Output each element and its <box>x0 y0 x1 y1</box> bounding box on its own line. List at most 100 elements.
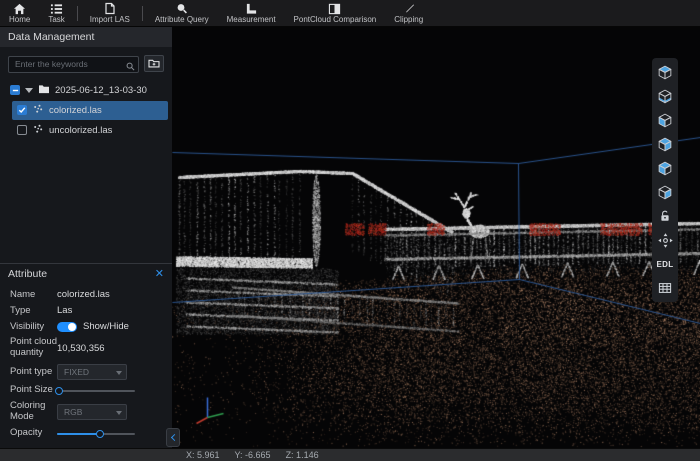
chevron-down-icon <box>116 411 122 415</box>
search-input[interactable] <box>8 56 139 73</box>
chevron-left-icon <box>170 434 177 441</box>
slider-track <box>57 390 135 392</box>
coord-x: X: 5.961 <box>186 450 220 460</box>
toolbar-button-home[interactable]: Home <box>0 0 39 26</box>
view-top-button[interactable] <box>654 61 676 83</box>
task-list-icon <box>50 3 63 15</box>
pointcloud-file-icon <box>33 104 43 117</box>
grid-button[interactable] <box>654 277 676 299</box>
view-bottom-button[interactable] <box>654 85 676 107</box>
name-value: colorized.las <box>57 289 110 300</box>
attr-row-opacity: Opacity <box>10 428 162 439</box>
toolbar-separator <box>142 6 143 21</box>
field-label: Opacity <box>10 428 57 439</box>
attr-row-coloring-mode: Coloring Mode RGB <box>10 401 162 423</box>
toolbar-label: Home <box>9 16 30 24</box>
viewport-3d-pointcloud[interactable] <box>172 27 700 448</box>
query-magnifier-icon <box>175 2 188 15</box>
toolbar-button-task[interactable]: Task <box>39 0 73 26</box>
view-left-button[interactable] <box>654 157 676 179</box>
search-input-wrap <box>8 54 139 73</box>
type-value: Las <box>57 305 72 316</box>
edl-button[interactable]: EDL <box>654 253 676 275</box>
clipping-pen-icon <box>403 3 415 15</box>
lock-icon <box>657 208 673 224</box>
panel-collapse-button[interactable] <box>166 428 180 447</box>
field-label: Visibility <box>10 322 57 333</box>
attribute-panel: Attribute ✕ Name colorized.las Type Las … <box>0 264 172 448</box>
add-folder-button[interactable] <box>144 55 164 72</box>
point-size-slider[interactable] <box>57 386 135 396</box>
pan-move-icon <box>657 232 674 249</box>
attr-row-visibility: Visibility Show/Hide <box>10 321 162 332</box>
field-label: Point type <box>10 367 57 378</box>
application-window: Home Task Import LAS Attribute Query Mea… <box>0 0 700 461</box>
file-checkbox-checked[interactable] <box>17 105 27 115</box>
tree-folder-row[interactable]: 2025-06-12_13-03-30 <box>0 81 172 100</box>
coloring-mode-value: RGB <box>64 407 82 417</box>
slider-handle[interactable] <box>96 430 104 438</box>
attr-row-quantity: Point cloud quantity 10,530,356 <box>10 337 162 359</box>
close-icon[interactable]: ✕ <box>155 269 164 280</box>
cube-right-icon <box>656 183 674 201</box>
file-checkbox-unchecked[interactable] <box>17 125 27 135</box>
slider-handle[interactable] <box>55 387 63 395</box>
folder-checkbox-indeterminate[interactable] <box>10 85 20 95</box>
view-toolbar: EDL <box>652 58 678 302</box>
visibility-value: Show/Hide <box>83 321 129 332</box>
file-label: colorized.las <box>49 105 102 116</box>
attr-row-type: Type Las <box>10 305 162 316</box>
field-label: Point Size <box>10 385 57 396</box>
toolbar-button-pointcloud-comparison[interactable]: PontCloud Comparison <box>285 0 386 26</box>
visibility-toggle[interactable] <box>57 322 77 332</box>
toolbar-button-attribute-query[interactable]: Attribute Query <box>146 0 218 26</box>
view-right-button[interactable] <box>654 181 676 203</box>
opacity-slider[interactable] <box>57 429 135 439</box>
tree-file-row-colorized[interactable]: colorized.las <box>12 101 168 120</box>
cube-front-icon <box>656 111 674 129</box>
toolbar-label: Clipping <box>394 16 423 24</box>
status-bar: X: 5.961 Y: -6.665 Z: 1.146 <box>0 448 700 461</box>
coloring-mode-select[interactable]: RGB <box>57 404 127 420</box>
toolbar-button-import-las[interactable]: Import LAS <box>81 0 139 26</box>
toolbar-button-measurement[interactable]: Measurement <box>218 0 285 26</box>
attr-row-name: Name colorized.las <box>10 289 162 300</box>
folder-icon <box>38 84 50 97</box>
view-back-button[interactable] <box>654 133 676 155</box>
attr-row-point-type: Point type FIXED <box>10 364 162 380</box>
pointcloud-file-icon <box>33 124 43 137</box>
attribute-title: Attribute <box>8 268 47 280</box>
folder-plus-icon <box>148 58 160 68</box>
lock-button[interactable] <box>654 205 676 227</box>
field-label: Point cloud quantity <box>10 337 57 359</box>
file-tree: 2025-06-12_13-03-30 colorized.las uncolo… <box>0 77 172 141</box>
chevron-down-icon <box>116 371 122 375</box>
toolbar-button-clipping[interactable]: Clipping <box>385 0 432 26</box>
field-label: Coloring Mode <box>10 401 57 423</box>
point-type-select[interactable]: FIXED <box>57 364 127 380</box>
attribute-panel-header: Attribute ✕ <box>0 264 172 284</box>
coord-y: Y: -6.665 <box>235 450 271 460</box>
toggle-knob <box>68 323 76 331</box>
view-front-button[interactable] <box>654 109 676 131</box>
document-import-icon <box>104 2 116 15</box>
ruler-icon <box>245 3 258 15</box>
field-label: Name <box>10 290 57 301</box>
pan-button[interactable] <box>654 229 676 251</box>
cube-top-icon <box>656 63 674 81</box>
home-icon <box>13 3 26 15</box>
edl-label: EDL <box>657 260 674 269</box>
cube-back-icon <box>656 135 674 153</box>
quantity-value: 10,530,356 <box>57 343 105 354</box>
file-label: uncolorized.las <box>49 125 112 136</box>
grid-icon <box>657 280 673 296</box>
tree-file-row-uncolorized[interactable]: uncolorized.las <box>12 121 168 140</box>
cube-left-icon <box>656 159 674 177</box>
toolbar-label: Attribute Query <box>155 16 209 24</box>
toolbar-label: Import LAS <box>90 16 130 24</box>
search-icon <box>126 58 135 76</box>
expand-caret-icon[interactable] <box>25 88 33 93</box>
data-management-panel: Data Management 2025-06 <box>0 27 172 448</box>
toolbar-label: PontCloud Comparison <box>294 16 377 24</box>
toolbar-label: Measurement <box>227 16 276 24</box>
